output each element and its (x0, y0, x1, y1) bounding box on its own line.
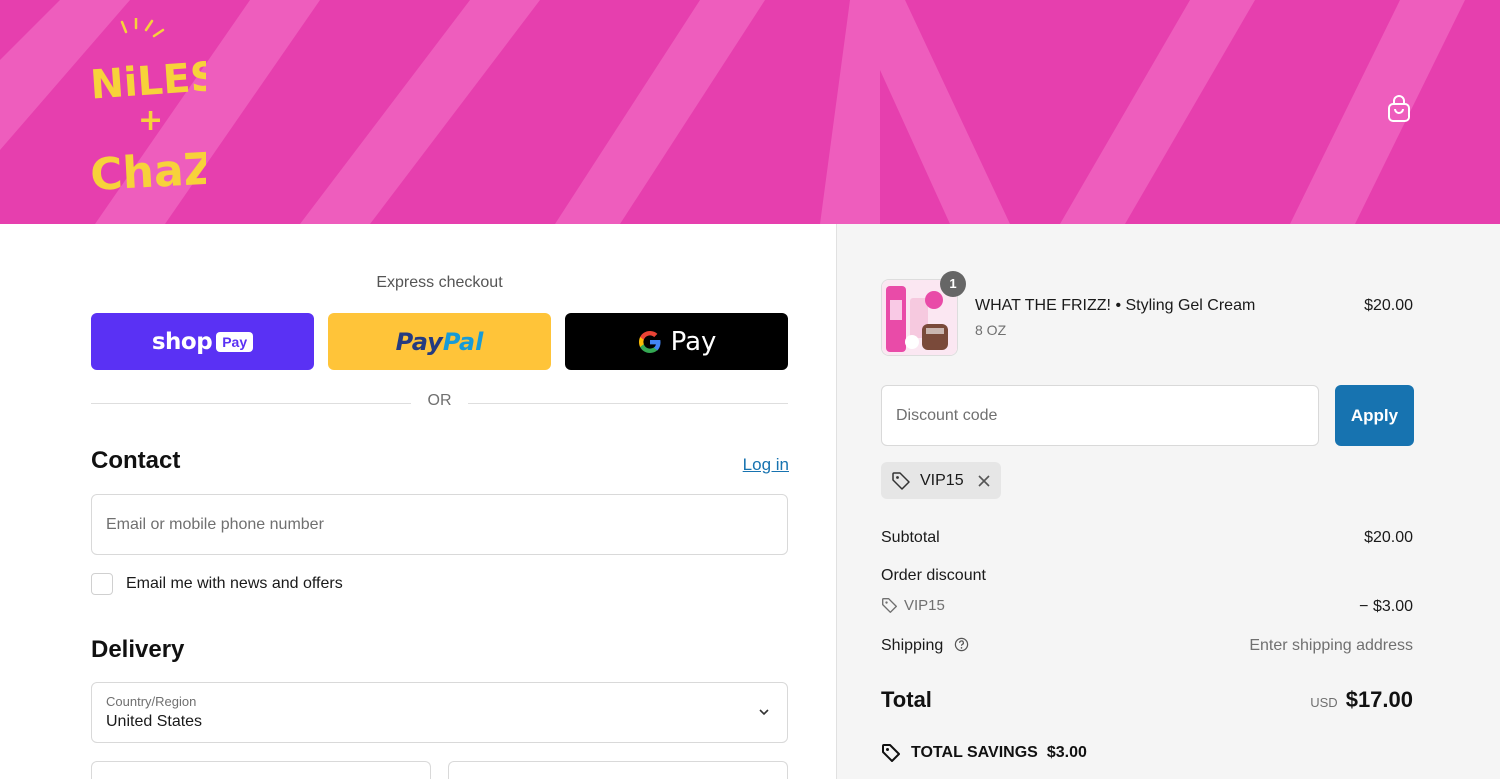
total-label: Total (881, 687, 932, 712)
order-discount-label: Order discount (881, 567, 986, 584)
tag-icon (882, 598, 897, 613)
order-discount-code: VIP15 (881, 597, 945, 614)
google-pay-label: Pay (670, 326, 717, 357)
savings-tag-icon (882, 744, 900, 762)
shipping-label: Shipping (881, 637, 944, 654)
email-field[interactable] (91, 494, 788, 555)
newsletter-option[interactable]: Email me with news and offers (91, 572, 343, 596)
total-currency: USD (1310, 695, 1338, 710)
shipping-label-row: Shipping (881, 637, 969, 655)
newsletter-label: Email me with news and offers (126, 575, 343, 592)
country-label: Country/Region (106, 694, 197, 709)
country-select[interactable]: Country/Region United States (91, 682, 788, 743)
subtotal-value: $20.00 (1364, 529, 1413, 546)
shop-pay-wordmark: shop (151, 328, 213, 355)
total-value-group: USD $17.00 (1310, 687, 1413, 713)
applied-code-chip: VIP15 (881, 462, 1001, 499)
product-name: WHAT THE FRIZZ! • Styling Gel Cream (975, 297, 1256, 314)
svg-text:+: + (138, 103, 163, 138)
help-icon[interactable] (954, 637, 969, 652)
express-checkout-label: Express checkout (376, 274, 503, 291)
total-savings: TOTAL SAVINGS $3.00 (881, 743, 1087, 763)
header-banner: NiLES + ChaZ (0, 0, 1500, 224)
brand-logo[interactable]: NiLES + ChaZ (88, 18, 206, 200)
banner-pattern (0, 0, 1465, 224)
google-g-icon (638, 330, 661, 353)
paypal-button[interactable]: PayPal (328, 313, 551, 370)
savings-value: $3.00 (1046, 744, 1087, 761)
applied-code-label: VIP15 (920, 471, 964, 489)
product-price: $20.00 (1364, 297, 1413, 314)
delivery-title: Delivery (91, 636, 185, 663)
checkout-form: Express checkout shop Pay PayPal Pay OR … (0, 224, 836, 779)
order-summary: 1 WHAT THE FRIZZ! • Styling Gel Cream 8 … (836, 224, 1500, 779)
country-value: United States (106, 713, 203, 730)
contact-title: Contact (91, 447, 181, 474)
login-link[interactable]: Log in (700, 455, 789, 475)
subtotal-label: Subtotal (881, 529, 940, 546)
savings-label: TOTAL SAVINGS (911, 744, 1038, 761)
discount-field[interactable] (881, 385, 1319, 446)
shipping-value: Enter shipping address (1249, 637, 1413, 654)
svg-text:ChaZ: ChaZ (89, 143, 206, 200)
quantity-badge: 1 (940, 271, 966, 297)
paypal-wordmark: PayPal (395, 327, 484, 356)
discount-input[interactable] (882, 386, 1318, 445)
tag-icon (892, 471, 910, 490)
google-pay-button[interactable]: Pay (565, 313, 788, 370)
svg-text:NiLES: NiLES (89, 54, 206, 109)
apply-button[interactable]: Apply (1335, 385, 1414, 446)
first-name-field[interactable] (91, 761, 431, 779)
newsletter-checkbox[interactable] (91, 573, 113, 595)
shop-pay-pill: Pay (216, 331, 254, 352)
last-name-field[interactable] (448, 761, 788, 779)
or-divider: OR (91, 392, 788, 414)
cart-icon[interactable] (1386, 95, 1412, 123)
total-value: $17.00 (1345, 687, 1413, 712)
shop-pay-button[interactable]: shop Pay (91, 313, 314, 370)
email-input[interactable] (92, 495, 787, 554)
close-icon[interactable] (976, 473, 992, 489)
order-discount-value: − $3.00 (1359, 598, 1413, 615)
product-variant: 8 OZ (975, 322, 1007, 338)
chevron-down-icon (759, 709, 769, 716)
